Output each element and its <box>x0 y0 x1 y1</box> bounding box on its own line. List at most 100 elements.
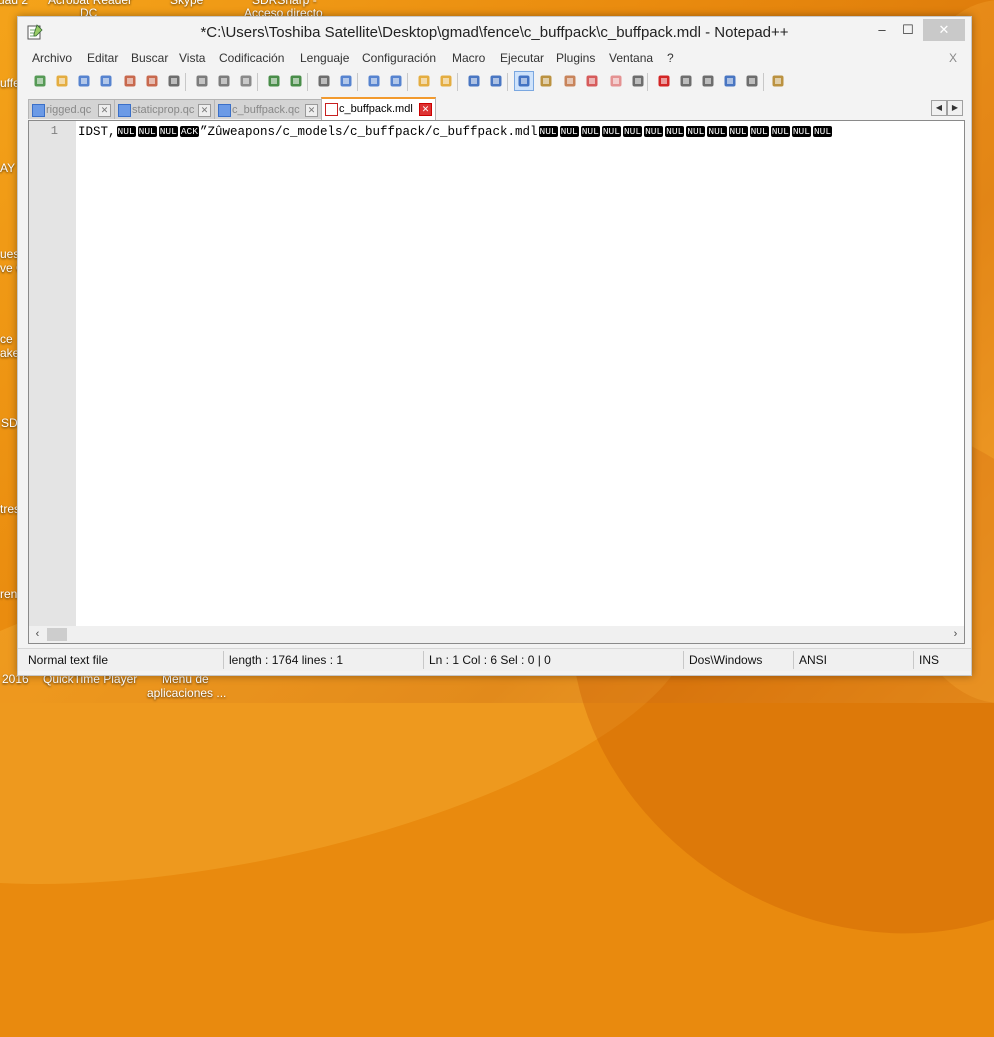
user-lang-icon[interactable] <box>537 72 555 90</box>
control-char-badge: NUL <box>580 126 600 137</box>
close-icon[interactable] <box>121 72 139 90</box>
file-icon <box>32 104 45 117</box>
toolbar-separator <box>407 73 408 91</box>
desktop-icon-label[interactable]: uad 2 <box>0 0 28 7</box>
zoom-in-icon[interactable] <box>365 72 383 90</box>
record-macro-icon[interactable] <box>655 72 673 90</box>
menu-vista[interactable]: Vista <box>179 51 205 65</box>
title-bar[interactable]: *C:\Users\Toshiba Satellite\Desktop\gmad… <box>18 17 971 47</box>
redo-icon[interactable] <box>287 72 305 90</box>
spellcheck-icon[interactable] <box>769 72 787 90</box>
show-all-chars-icon[interactable] <box>487 72 505 90</box>
status-insert-mode: INS <box>919 653 940 667</box>
maximize-button[interactable]: ☐ <box>897 19 919 41</box>
menu-archivo[interactable]: Archivo <box>32 51 72 65</box>
status-length-lines: length : 1764 lines : 1 <box>229 653 344 667</box>
zoom-out-icon[interactable] <box>387 72 405 90</box>
paste-icon[interactable] <box>237 72 255 90</box>
sync-horizontal-icon[interactable] <box>437 72 455 90</box>
menu-codificacion[interactable]: Codificación <box>219 51 284 65</box>
status-file-type: Normal text file <box>28 653 109 667</box>
monitoring-icon[interactable] <box>629 72 647 90</box>
close-all-icon[interactable] <box>143 72 161 90</box>
function-list-icon[interactable] <box>583 72 601 90</box>
unsaved-file-icon <box>325 103 338 116</box>
tab-label: rigged.qc <box>46 104 92 116</box>
control-char-badge: NUL <box>158 126 178 137</box>
tab-bar: rigged.qc ✕ staticprop.qc ✕ c_buffpack.q… <box>18 97 971 121</box>
tab-rigged-qc[interactable]: rigged.qc ✕ <box>28 99 115 119</box>
tab-staticprop-qc[interactable]: staticprop.qc ✕ <box>114 99 215 119</box>
control-char-badge: NUL <box>686 126 706 137</box>
desktop-icon-label[interactable]: aplicaciones ... <box>147 687 226 700</box>
toolbar-separator <box>357 73 358 91</box>
toolbar-separator <box>307 73 308 91</box>
folder-workspace-icon[interactable] <box>607 72 625 90</box>
find-icon[interactable] <box>315 72 333 90</box>
code-text: IDST, <box>78 125 116 139</box>
tab-label: c_buffpack.mdl <box>339 103 413 115</box>
run-macro-multiple-icon[interactable] <box>721 72 739 90</box>
new-file-icon[interactable] <box>31 72 49 90</box>
tab-c-buffpack-mdl[interactable]: c_buffpack.mdl ✕ <box>321 97 436 121</box>
scroll-thumb[interactable] <box>47 628 67 641</box>
replace-icon[interactable] <box>337 72 355 90</box>
copy-icon[interactable] <box>215 72 233 90</box>
menu-plugins[interactable]: Plugins <box>556 51 595 65</box>
code-line[interactable]: IDST, NUL NUL NUL ACK ”Zûweapons/c_models/c_b… <box>78 124 962 140</box>
menu-macro[interactable]: Macro <box>452 51 485 65</box>
indent-guide-icon[interactable] <box>514 71 534 91</box>
control-char-badge: NUL <box>791 126 811 137</box>
control-char-badge: ACK <box>179 126 199 137</box>
notepadpp-window: *C:\Users\Toshiba Satellite\Desktop\gmad… <box>17 16 972 676</box>
sync-vertical-icon[interactable] <box>415 72 433 90</box>
tab-scroll-left-icon[interactable]: ◀ <box>931 100 947 116</box>
menu-ejecutar[interactable]: Ejecutar <box>500 51 544 65</box>
scroll-right-icon[interactable]: › <box>947 626 964 643</box>
cut-icon[interactable] <box>193 72 211 90</box>
tab-close-icon[interactable]: ✕ <box>419 103 432 116</box>
close-button[interactable]: ✕ <box>923 19 965 41</box>
minimize-button[interactable]: – <box>871 19 893 41</box>
status-bar: Normal text file length : 1764 lines : 1… <box>18 648 971 671</box>
tab-c-buffpack-qc[interactable]: c_buffpack.qc ✕ <box>214 99 322 119</box>
tab-close-icon[interactable]: ✕ <box>305 104 318 117</box>
play-macro-icon[interactable] <box>699 72 717 90</box>
menu-buscar[interactable]: Buscar <box>131 51 168 65</box>
doc-map-icon[interactable] <box>561 72 579 90</box>
scroll-left-icon[interactable]: ‹ <box>29 626 46 643</box>
tab-close-icon[interactable]: ✕ <box>98 104 111 117</box>
save-all-icon[interactable] <box>97 72 115 90</box>
control-char-badge: NUL <box>749 126 769 137</box>
toolbar-separator <box>457 73 458 91</box>
close-document-x[interactable]: X <box>949 51 957 65</box>
text-editor[interactable]: 1 IDST, NUL NUL NUL ACK ”Zûweapons/c_models/c… <box>28 120 965 628</box>
stop-macro-icon[interactable] <box>677 72 695 90</box>
menu-bar: Archivo Editar Buscar Vista Codificación… <box>18 47 971 69</box>
tab-close-icon[interactable]: ✕ <box>198 104 211 117</box>
menu-editar[interactable]: Editar <box>87 51 118 65</box>
tab-scroll-right-icon[interactable]: ▶ <box>947 100 963 116</box>
control-char-badge: NUL <box>137 126 157 137</box>
control-char-badge: NUL <box>644 126 664 137</box>
desktop-icon-label[interactable]: Skype <box>170 0 203 7</box>
control-char-badge: NUL <box>812 126 833 137</box>
save-macro-icon[interactable] <box>743 72 761 90</box>
menu-help[interactable]: ? <box>667 51 674 65</box>
tab-label: staticprop.qc <box>132 104 195 116</box>
undo-icon[interactable] <box>265 72 283 90</box>
menu-configuracion[interactable]: Configuración <box>362 51 436 65</box>
control-char-badge: NUL <box>601 126 621 137</box>
menu-ventana[interactable]: Ventana <box>609 51 653 65</box>
control-char-badge: NUL <box>116 126 136 137</box>
open-file-icon[interactable] <box>53 72 71 90</box>
horizontal-scrollbar[interactable]: ‹ › <box>28 626 965 644</box>
code-text: ”Zûweapons/c_models/c_buffpack/c_buffpac… <box>199 125 538 139</box>
save-icon[interactable] <box>75 72 93 90</box>
control-char-badge: NUL <box>622 126 643 137</box>
print-icon[interactable] <box>165 72 183 90</box>
word-wrap-icon[interactable] <box>465 72 483 90</box>
status-eol: Dos\Windows <box>689 653 763 667</box>
menu-lenguaje[interactable]: Lenguaje <box>300 51 349 65</box>
desktop-icon-label[interactable]: ce <box>0 333 13 346</box>
